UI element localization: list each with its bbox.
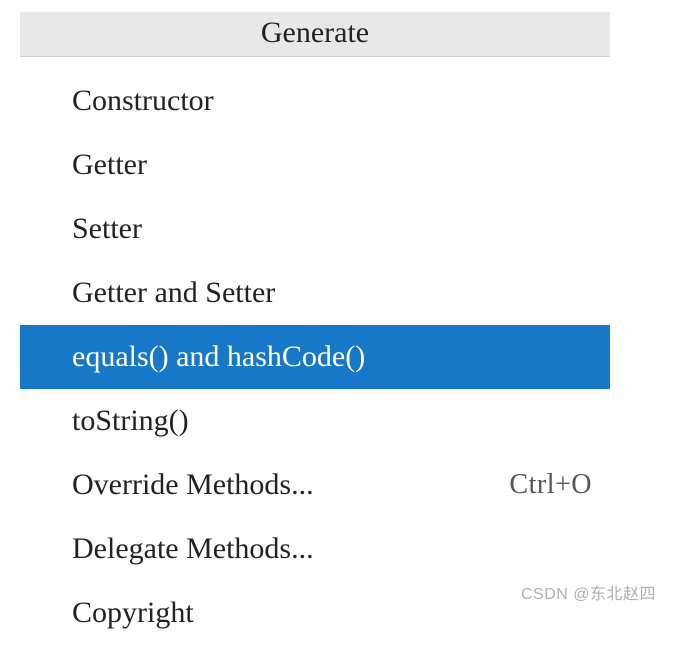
menu-item-override-methods[interactable]: Override Methods... Ctrl+O [20, 453, 610, 517]
menu-item-label: Copyright [72, 589, 194, 637]
menu-item-delegate-methods[interactable]: Delegate Methods... [20, 517, 610, 581]
menu-item-equals-hashcode[interactable]: equals() and hashCode() [20, 325, 610, 389]
generate-menu: Generate Constructor Getter Setter Gette… [20, 12, 610, 645]
menu-item-label: Getter and Setter [72, 269, 275, 317]
menu-item-label: equals() and hashCode() [72, 333, 365, 381]
menu-item-label: toString() [72, 397, 189, 445]
menu-item-setter[interactable]: Setter [20, 197, 610, 261]
watermark-text: CSDN @东北赵四 [521, 580, 656, 604]
menu-item-getter-and-setter[interactable]: Getter and Setter [20, 261, 610, 325]
menu-item-getter[interactable]: Getter [20, 133, 610, 197]
menu-item-label: Delegate Methods... [72, 525, 314, 573]
menu-item-shortcut: Ctrl+O [509, 463, 592, 508]
menu-item-constructor[interactable]: Constructor [20, 69, 610, 133]
menu-items-container: Constructor Getter Setter Getter and Set… [20, 57, 610, 645]
menu-item-label: Override Methods... [72, 461, 314, 509]
menu-item-tostring[interactable]: toString() [20, 389, 610, 453]
menu-item-label: Setter [72, 205, 142, 253]
menu-item-label: Getter [72, 141, 147, 189]
menu-title: Generate [20, 12, 610, 57]
menu-item-label: Constructor [72, 77, 214, 125]
